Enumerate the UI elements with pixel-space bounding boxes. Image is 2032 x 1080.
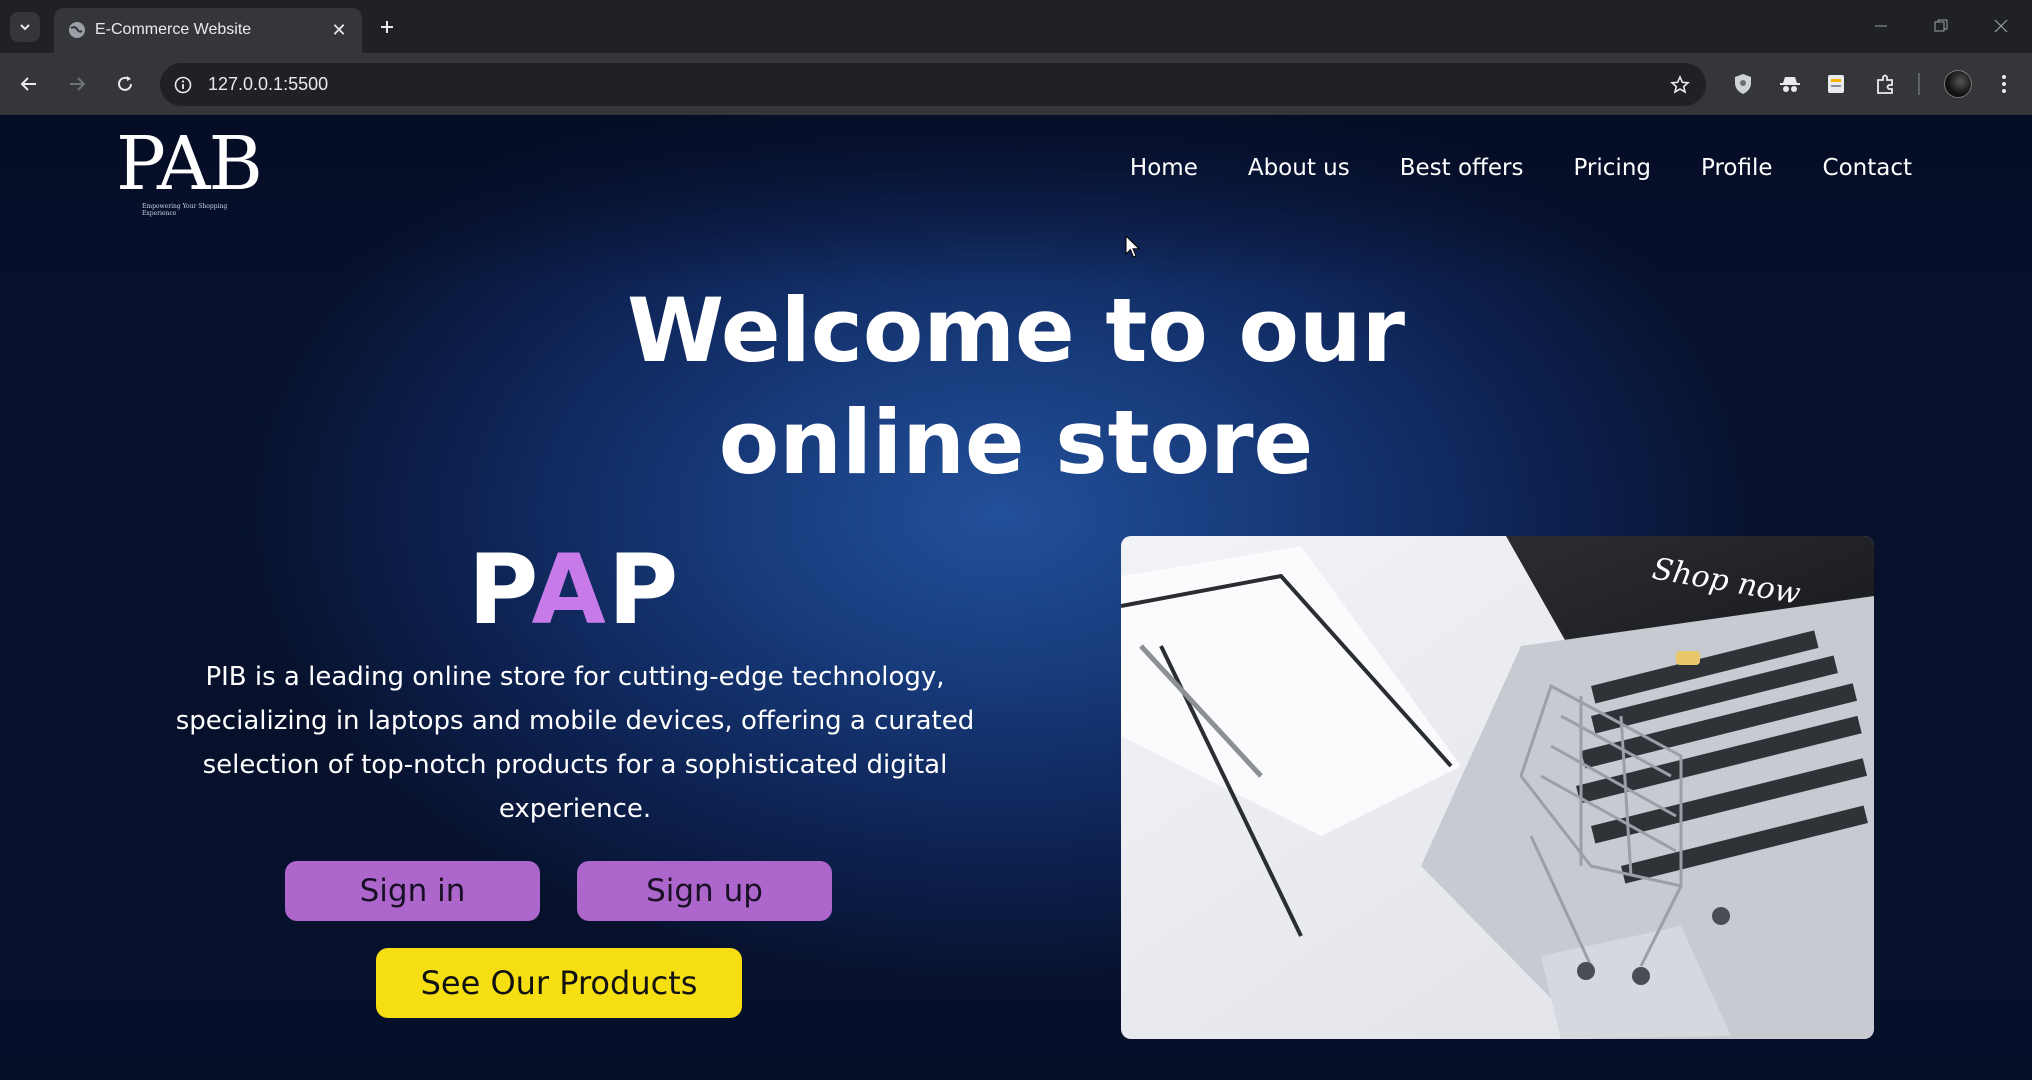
nav-contact[interactable]: Contact	[1823, 155, 1912, 181]
tab-title: E-Commerce Website	[95, 21, 252, 38]
url-text: 127.0.0.1:5500	[208, 74, 329, 94]
restore-icon	[1934, 19, 1948, 32]
hero-title-line2: online store	[718, 391, 1314, 494]
minimize-icon	[1875, 25, 1887, 27]
address-bar[interactable]: 127.0.0.1:5500	[160, 63, 1706, 106]
spy-extension-icon[interactable]	[1776, 70, 1804, 98]
site-info-icon[interactable]	[170, 72, 195, 97]
arrow-right-icon	[70, 77, 86, 91]
nav-home[interactable]: Home	[1130, 155, 1198, 181]
bookmark-star-icon[interactable]	[1668, 73, 1692, 97]
document-extension-icon[interactable]	[1822, 70, 1850, 98]
chevron-down-icon	[20, 24, 30, 31]
forward-button[interactable]	[62, 69, 92, 99]
plus-icon	[381, 21, 393, 33]
globe-icon	[69, 22, 85, 38]
brand-wordmark: PAP	[468, 535, 680, 645]
logo-text: PAB	[116, 121, 263, 207]
new-tab-button[interactable]	[374, 14, 400, 40]
profile-avatar[interactable]	[1944, 70, 1972, 98]
laptop-cart-illustration: Shop now	[1121, 536, 1874, 1039]
arrow-left-icon	[20, 77, 36, 91]
site-logo[interactable]: PAB Empowering Your Shopping Experience	[116, 121, 263, 217]
hero-title: Welcome to our online store	[0, 275, 2032, 499]
mouse-pointer-icon	[1125, 235, 1141, 258]
nav-about-us[interactable]: About us	[1248, 155, 1350, 181]
extensions-puzzle-icon[interactable]	[1872, 70, 1900, 98]
nav-pricing[interactable]: Pricing	[1573, 155, 1651, 181]
tab-search-button[interactable]	[10, 12, 40, 42]
main-navigation: Home About us Best offers Pricing Profil…	[1130, 155, 1912, 181]
sign-in-button[interactable]: Sign in	[285, 861, 540, 921]
reload-button[interactable]	[110, 69, 140, 99]
browser-tab[interactable]: E-Commerce Website ✕	[54, 8, 362, 53]
brand-letter-3: P	[607, 534, 681, 646]
sign-up-button[interactable]: Sign up	[577, 861, 832, 921]
brand-letter-2: A	[531, 534, 608, 646]
store-description: PIB is a leading online store for cuttin…	[175, 662, 975, 824]
browser-toolbar: 127.0.0.1:5500	[0, 53, 2032, 115]
close-icon	[1994, 19, 2008, 33]
close-tab-icon[interactable]: ✕	[328, 19, 350, 41]
restore-button[interactable]	[1926, 12, 1956, 40]
reload-icon	[118, 76, 132, 91]
browser-tab-bar: E-Commerce Website ✕	[0, 0, 2032, 53]
brand-letter-1: P	[468, 534, 532, 646]
see-products-button[interactable]: See Our Products	[376, 948, 742, 1018]
hero-title-line1: Welcome to our	[626, 279, 1406, 382]
nav-profile[interactable]: Profile	[1701, 155, 1773, 181]
minimize-button[interactable]	[1866, 12, 1896, 40]
shield-extension-icon[interactable]	[1729, 70, 1757, 98]
back-button[interactable]	[14, 69, 44, 99]
close-window-button[interactable]	[1986, 12, 2016, 40]
hero-shopping-image: Shop now	[1121, 536, 1874, 1039]
nav-best-offers[interactable]: Best offers	[1400, 155, 1524, 181]
page-viewport: PAB Empowering Your Shopping Experience …	[0, 115, 2032, 1080]
toolbar-divider	[1918, 73, 1920, 95]
kebab-menu-icon[interactable]	[1990, 70, 2018, 98]
